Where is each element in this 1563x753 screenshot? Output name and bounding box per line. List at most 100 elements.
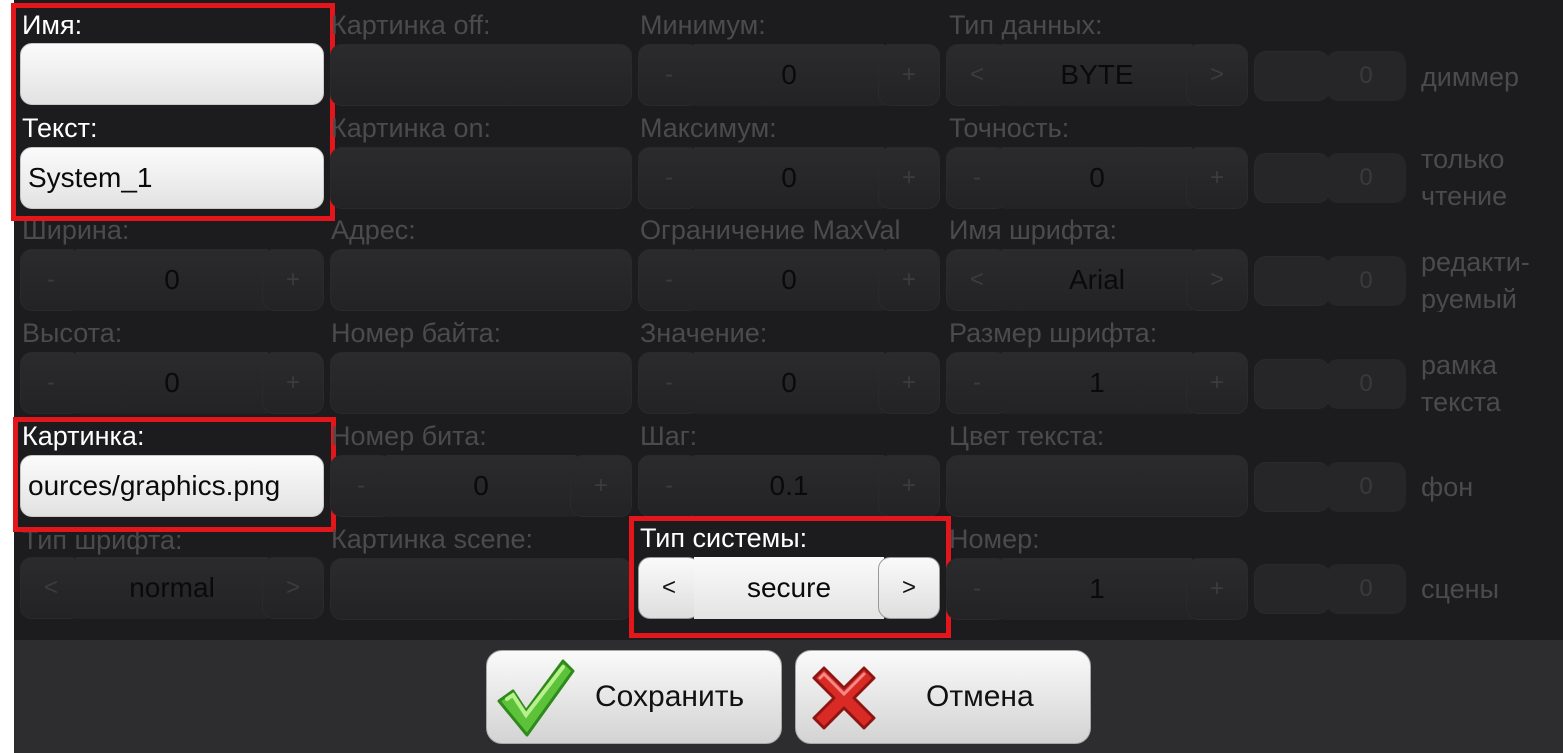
precision-stepper[interactable]: - 0 + bbox=[946, 147, 1248, 209]
data-type-prev-button[interactable]: < bbox=[946, 44, 1008, 106]
image-off-field[interactable] bbox=[330, 44, 632, 106]
dimmer-label: диммер bbox=[1421, 59, 1519, 96]
text-color-label: Цвет текста: bbox=[949, 421, 1105, 451]
background-label-line: фон bbox=[1421, 472, 1474, 502]
value-increment-button[interactable]: + bbox=[878, 352, 940, 414]
maxval-limit-stepper[interactable]: - 0 + bbox=[638, 249, 940, 311]
precision-increment-button[interactable]: + bbox=[1186, 147, 1248, 209]
editable-label-line: руемый bbox=[1421, 284, 1517, 312]
height-label: Высота: bbox=[22, 318, 123, 348]
height-decrement-button[interactable]: - bbox=[20, 352, 82, 414]
text-frame-toggle-switch[interactable] bbox=[1254, 359, 1330, 409]
cancel-button[interactable]: Отмена bbox=[795, 650, 1091, 744]
scenes-toggle[interactable]: 0 bbox=[1254, 564, 1406, 614]
height-stepper[interactable]: - 0 + bbox=[20, 352, 324, 414]
width-increment-button[interactable]: + bbox=[262, 249, 324, 311]
step-increment-button[interactable]: + bbox=[878, 455, 940, 517]
number-increment-button[interactable]: + bbox=[1186, 558, 1248, 620]
data-type-label: Тип данных: bbox=[949, 10, 1103, 40]
save-button[interactable]: Сохранить bbox=[486, 650, 782, 744]
scenes-label: сцены bbox=[1421, 571, 1499, 608]
font-type-value: normal bbox=[76, 557, 268, 619]
text-color-value bbox=[947, 456, 1247, 516]
minimum-increment-button[interactable]: + bbox=[878, 44, 940, 106]
minimum-label: Минимум: bbox=[640, 10, 766, 40]
address-label: Адрес: bbox=[331, 215, 416, 245]
height-value: 0 bbox=[76, 352, 268, 414]
image-scene-value bbox=[331, 559, 631, 619]
width-value: 0 bbox=[76, 249, 268, 311]
bit-number-stepper[interactable]: - 0 + bbox=[330, 455, 632, 517]
number-label: Номер: bbox=[949, 524, 1040, 554]
font-name-selector[interactable]: < Arial > bbox=[946, 249, 1248, 311]
editable-toggle-value: 0 bbox=[1326, 256, 1406, 306]
font-type-next-button[interactable]: > bbox=[262, 557, 324, 619]
maxval-limit-increment-button[interactable]: + bbox=[878, 249, 940, 311]
read-only-toggle-switch[interactable] bbox=[1254, 153, 1330, 203]
font-size-stepper[interactable]: - 1 + bbox=[946, 352, 1248, 414]
text-frame-toggle[interactable]: 0 bbox=[1254, 359, 1406, 409]
data-type-selector[interactable]: < BYTE > bbox=[946, 44, 1248, 106]
address-field[interactable] bbox=[330, 249, 632, 311]
editable-toggle[interactable]: 0 bbox=[1254, 256, 1406, 306]
image-on-value bbox=[331, 148, 631, 208]
settings-dialog: Ширина: - 0 + Высота: - 0 + Тип шрифта: … bbox=[0, 0, 1563, 753]
step-decrement-button[interactable]: - bbox=[638, 455, 700, 517]
font-type-prev-button[interactable]: < bbox=[20, 557, 82, 619]
byte-number-field[interactable] bbox=[330, 352, 632, 414]
system-type-prev-button[interactable]: < bbox=[638, 557, 700, 619]
width-stepper[interactable]: - 0 + bbox=[20, 249, 324, 311]
maximum-decrement-button[interactable]: - bbox=[638, 147, 700, 209]
editable-label-line: редакти- bbox=[1421, 247, 1530, 277]
name-label: Имя: bbox=[22, 10, 83, 40]
text-color-field[interactable] bbox=[946, 455, 1248, 517]
read-only-toggle-value: 0 bbox=[1326, 153, 1406, 203]
image-on-field[interactable] bbox=[330, 147, 632, 209]
editable-toggle-switch[interactable] bbox=[1254, 256, 1330, 306]
font-size-increment-button[interactable]: + bbox=[1186, 352, 1248, 414]
minimum-stepper[interactable]: - 0 + bbox=[638, 44, 940, 106]
read-only-label: только чтение bbox=[1421, 141, 1507, 215]
width-decrement-button[interactable]: - bbox=[20, 249, 82, 311]
font-size-label: Размер шрифта: bbox=[949, 318, 1158, 348]
font-name-next-button[interactable]: > bbox=[1186, 249, 1248, 311]
text-field[interactable]: System_1 bbox=[20, 147, 324, 209]
maximum-stepper[interactable]: - 0 + bbox=[638, 147, 940, 209]
background-toggle[interactable]: 0 bbox=[1254, 462, 1406, 512]
number-decrement-button[interactable]: - bbox=[946, 558, 1008, 620]
image-scene-field[interactable] bbox=[330, 558, 632, 620]
image-label: Картинка: bbox=[22, 421, 145, 451]
precision-decrement-button[interactable]: - bbox=[946, 147, 1008, 209]
value-stepper[interactable]: - 0 + bbox=[638, 352, 940, 414]
font-name-prev-button[interactable]: < bbox=[946, 249, 1008, 311]
font-size-decrement-button[interactable]: - bbox=[946, 352, 1008, 414]
bit-number-label: Номер бита: bbox=[331, 421, 487, 451]
font-type-selector[interactable]: < normal > bbox=[20, 557, 324, 619]
action-bar bbox=[14, 640, 1563, 753]
data-type-next-button[interactable]: > bbox=[1186, 44, 1248, 106]
height-increment-button[interactable]: + bbox=[262, 352, 324, 414]
background-toggle-switch[interactable] bbox=[1254, 462, 1330, 512]
scenes-toggle-switch[interactable] bbox=[1254, 564, 1330, 614]
bit-number-decrement-button[interactable]: - bbox=[330, 455, 392, 517]
maxval-limit-value: 0 bbox=[694, 249, 884, 311]
image-field[interactable]: ources/graphics.png bbox=[20, 455, 324, 517]
bit-number-increment-button[interactable]: + bbox=[570, 455, 632, 517]
system-type-selector[interactable]: < secure > bbox=[638, 557, 940, 619]
value-decrement-button[interactable]: - bbox=[638, 352, 700, 414]
minimum-decrement-button[interactable]: - bbox=[638, 44, 700, 106]
read-only-toggle[interactable]: 0 bbox=[1254, 153, 1406, 203]
system-type-next-button[interactable]: > bbox=[878, 557, 940, 619]
dimmer-toggle-switch[interactable] bbox=[1254, 51, 1330, 101]
maximum-increment-button[interactable]: + bbox=[878, 147, 940, 209]
step-stepper[interactable]: - 0.1 + bbox=[638, 455, 940, 517]
name-field[interactable] bbox=[20, 43, 324, 105]
background-toggle-value: 0 bbox=[1326, 462, 1406, 512]
maxval-limit-decrement-button[interactable]: - bbox=[638, 249, 700, 311]
maximum-value: 0 bbox=[694, 147, 884, 209]
number-stepper[interactable]: - 1 + bbox=[946, 558, 1248, 620]
dimmer-toggle[interactable]: 0 bbox=[1254, 51, 1406, 101]
text-frame-label-line: рамка bbox=[1421, 350, 1498, 380]
dimmer-label-line: диммер bbox=[1421, 62, 1519, 92]
number-value: 1 bbox=[1002, 558, 1192, 620]
